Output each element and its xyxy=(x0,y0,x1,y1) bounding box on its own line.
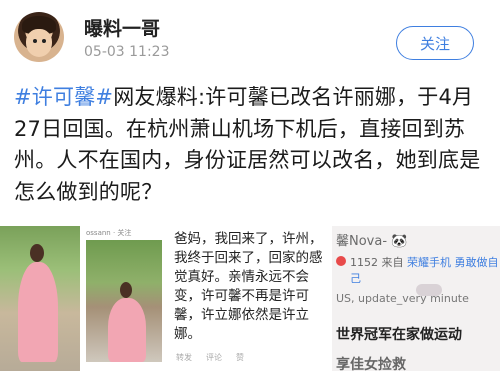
image-4-source-prefix: 1152 来自 xyxy=(350,256,404,269)
notification-dot-icon xyxy=(336,256,346,266)
pink-dress xyxy=(18,262,58,362)
image-4-update: US, update_very minute xyxy=(336,292,469,305)
image-4-username: 馨Nova- 🐼 xyxy=(336,234,408,249)
follow-button[interactable]: 关注 xyxy=(396,26,474,60)
post-image-1[interactable] xyxy=(0,226,80,371)
follow-button-label: 关注 xyxy=(419,34,450,53)
like-label: 赞 xyxy=(236,353,244,362)
image-4-source: 1152 来自 荣耀手机 勇敢做自己 xyxy=(350,254,500,286)
avatar-eye-right xyxy=(42,39,46,43)
username[interactable]: 曝料一哥 xyxy=(84,14,160,41)
post-image-2[interactable]: ossann · 关注 xyxy=(82,226,166,371)
post-image-4[interactable]: 馨Nova- 🐼 1152 来自 荣耀手机 勇敢做自己 US, update_v… xyxy=(332,226,500,371)
post-topic: 网友爆料 xyxy=(113,85,199,109)
image-4-headline: 世界冠军在家做运动 xyxy=(336,327,462,343)
avatar-eye-left xyxy=(33,39,37,43)
person-head xyxy=(30,244,44,262)
hashtag-link[interactable]: #许可馨# xyxy=(14,85,113,109)
person-head xyxy=(120,282,132,298)
avatar-face xyxy=(26,29,52,57)
image-2-photo xyxy=(86,240,162,362)
post-timestamp: 05-03 11:23 xyxy=(84,44,170,60)
user-avatar[interactable] xyxy=(14,12,64,62)
post-body: #许可馨#网友爆料:许可馨已改名许丽娜，于4月27日回国。在杭州萧山机场下机后，… xyxy=(14,82,484,208)
image-2-header: ossann · 关注 xyxy=(86,229,132,237)
image-4-pill xyxy=(416,284,442,296)
image-3-footer: 转发 评论 赞 xyxy=(176,352,244,363)
image-4-subline: 享佳女捡救 xyxy=(336,357,406,371)
repost-label: 转发 xyxy=(176,353,192,362)
post-image-3[interactable]: 爸妈，我回来了，许州，我终于回来了，回家的感觉真好。亲情永远不会变，许可馨不再是… xyxy=(168,226,330,371)
comment-label: 评论 xyxy=(206,353,222,362)
image-3-text: 爸妈，我回来了，许州，我终于回来了，回家的感觉真好。亲情永远不会变，许可馨不再是… xyxy=(174,231,323,342)
pink-dress xyxy=(108,298,146,362)
